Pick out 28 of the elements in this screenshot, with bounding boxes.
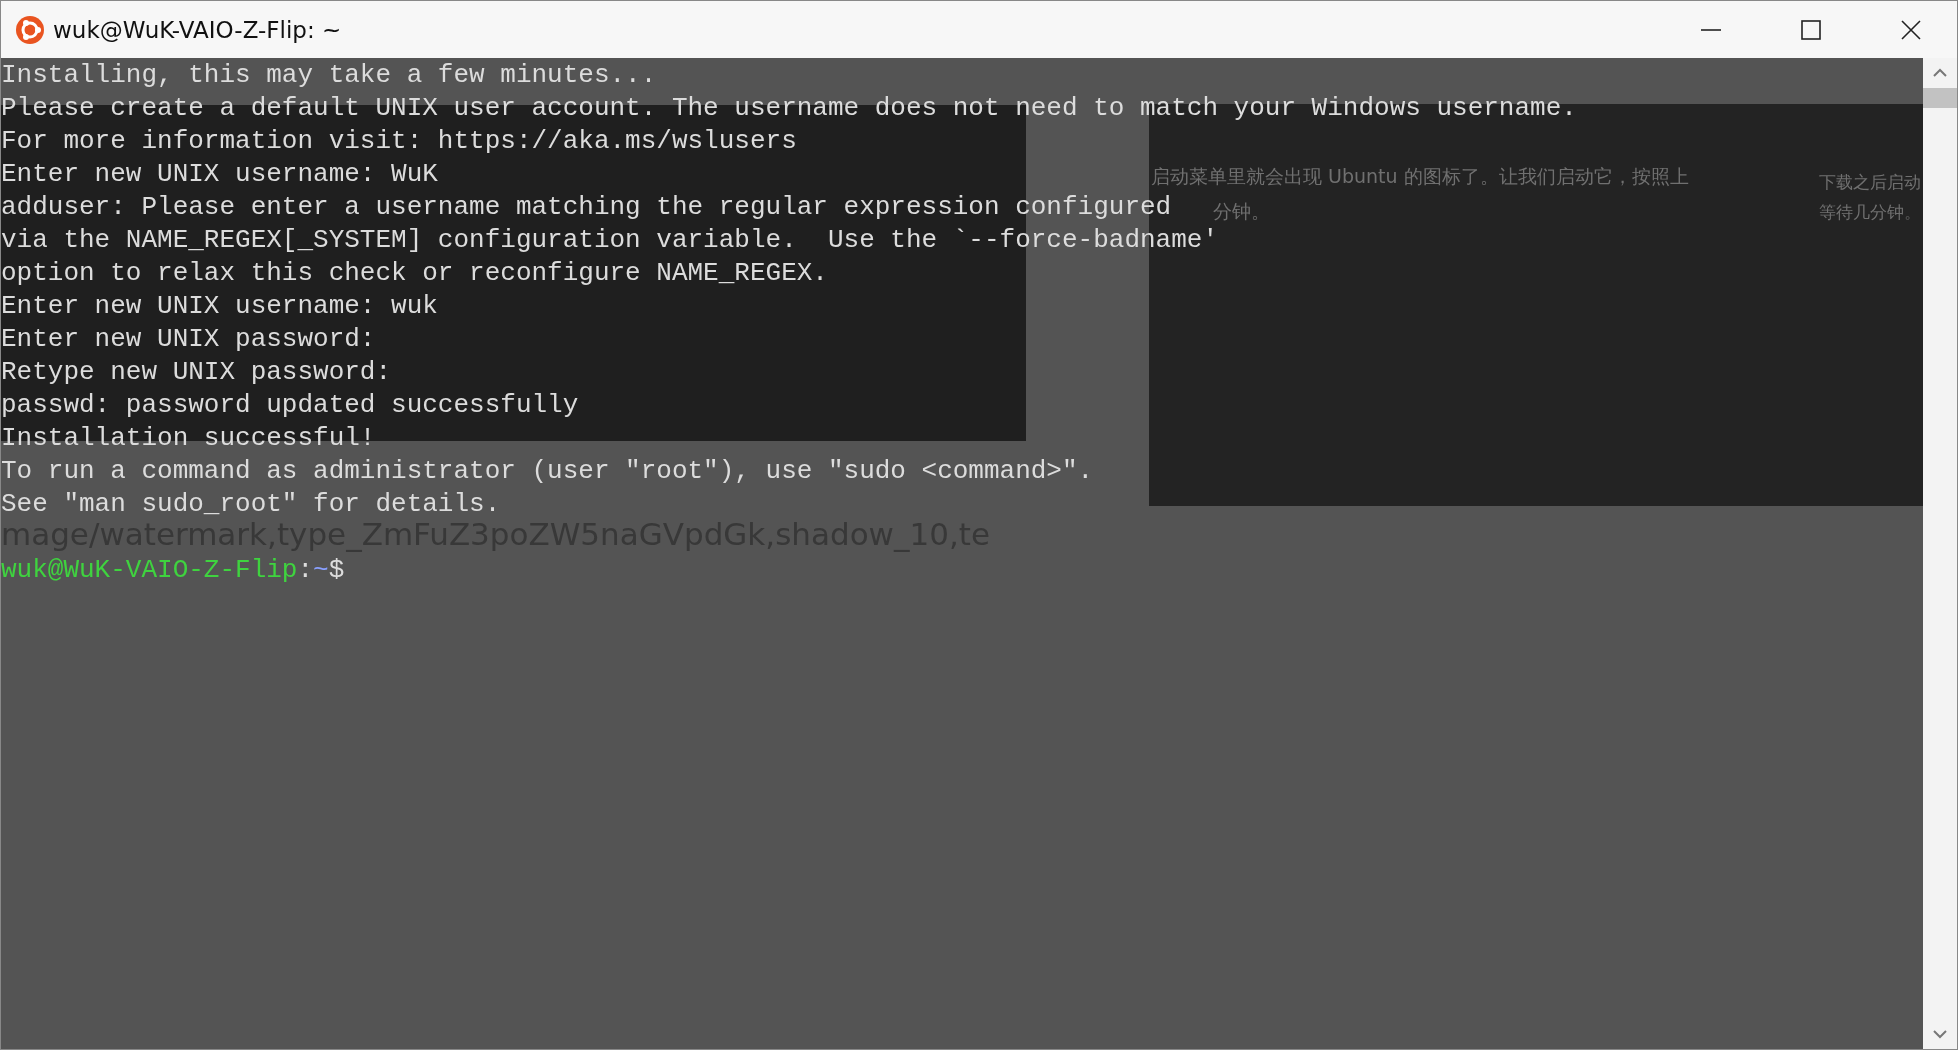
background-text: 等待几分钟。 xyxy=(1819,201,1921,224)
scroll-thumb[interactable] xyxy=(1923,88,1957,108)
scroll-down-icon[interactable] xyxy=(1933,1029,1947,1039)
terminal-line: To run a command as administrator (user "root"), use "sudo <command>". xyxy=(1,455,1094,488)
app-icon xyxy=(15,14,45,45)
minimize-icon xyxy=(1701,28,1721,31)
terminal-line: Installation successful! xyxy=(1,422,376,455)
terminal-line: option to relax this check or reconfigure NAME_REGEX. xyxy=(1,257,828,290)
terminal-line: Please create a default UNIX user account. The username does not need to match your Windows username. xyxy=(1,92,1577,125)
terminal-line: via the NAME_REGEX[_SYSTEM] configuration variable. Use the `--force-badname' xyxy=(1,224,1218,257)
terminal-line: passwd: password updated successfully xyxy=(1,389,579,422)
shell-prompt: wuk@WuK-VAIO-Z-Flip:~$ xyxy=(1,554,345,587)
terminal-line: Retype new UNIX password: xyxy=(1,356,392,389)
terminal-line: See "man sudo_root" for details. xyxy=(1,488,501,521)
terminal-line: Enter new UNIX password: xyxy=(1,323,376,356)
terminal-line: Enter new UNIX username: wuk xyxy=(1,290,438,323)
background-text: 下载之后启动 xyxy=(1819,171,1921,194)
scrollbar[interactable] xyxy=(1923,58,1957,1049)
terminal-line: Installing, this may take a few minutes... xyxy=(1,59,657,92)
maximize-icon xyxy=(1801,19,1821,40)
close-icon xyxy=(1901,19,1921,40)
background-text: 分钟。 xyxy=(1213,199,1270,224)
terminal-line: Enter new UNIX username: WuK xyxy=(1,158,438,191)
background-text: 启动菜单里就会出现 Ubuntu 的图标了。让我们启动它，按照上 xyxy=(1151,164,1689,189)
scroll-up-icon[interactable] xyxy=(1933,68,1947,78)
terminal-line: adduser: Please enter a username matching the regular expression configured xyxy=(1,191,1172,224)
terminal-line: For more information visit: https://aka.ms/wslusers xyxy=(1,125,797,158)
window-title: wuk@WuK-VAIO-Z-Flip: ~ xyxy=(53,16,342,43)
